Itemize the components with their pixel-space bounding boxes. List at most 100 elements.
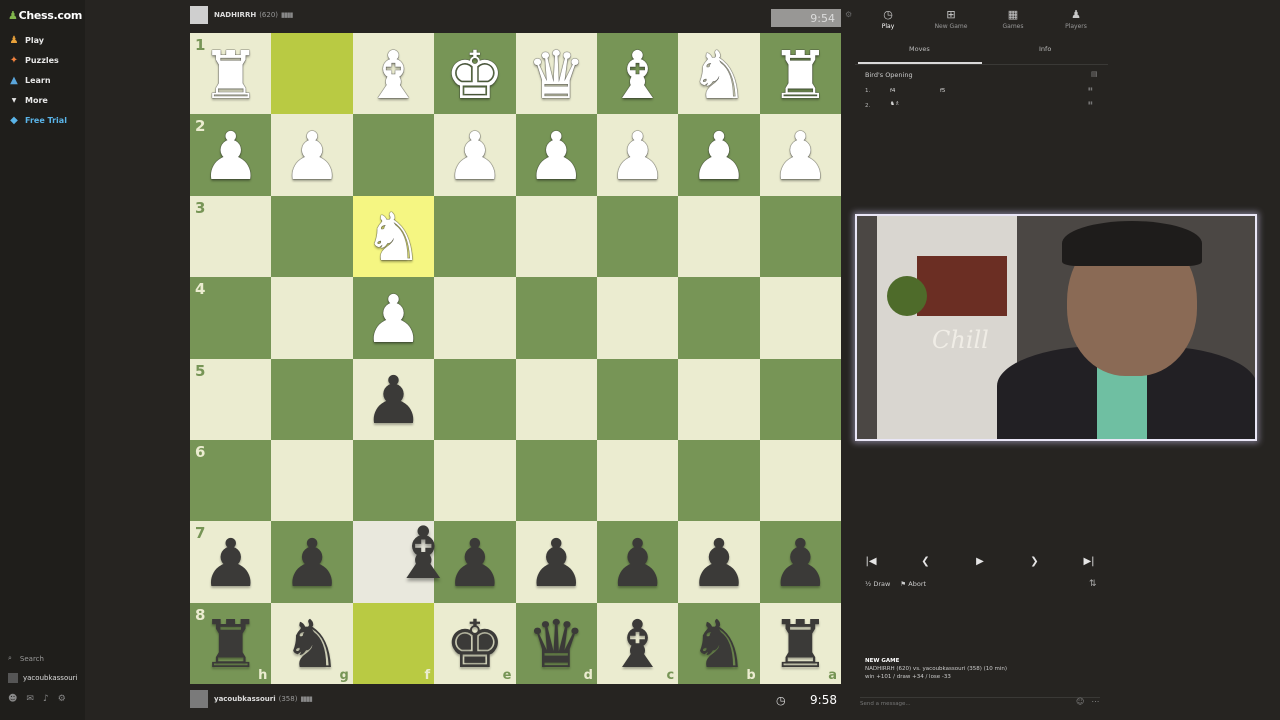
square-g8[interactable]: g ♞: [271, 602, 353, 684]
emoji-icon[interactable]: ☺: [1076, 697, 1084, 706]
abort-button[interactable]: ⚑ Abort: [900, 580, 926, 588]
white-king[interactable]: ♚: [445, 42, 504, 109]
black-pawn[interactable]: ♟: [282, 530, 341, 597]
square-c1[interactable]: ♝: [596, 33, 679, 115]
square-a8[interactable]: a ♜: [759, 602, 841, 684]
square-b2[interactable]: ♟: [678, 114, 760, 196]
black-pawn[interactable]: ♟: [771, 530, 830, 597]
player-name[interactable]: yacoubkassouri: [214, 695, 276, 703]
square-e2[interactable]: ♟: [434, 114, 516, 196]
square-b1[interactable]: ♞: [678, 33, 760, 115]
square-h7[interactable]: 7 ♟: [190, 521, 272, 603]
white-bishop[interactable]: ♝: [364, 42, 423, 109]
black-knight[interactable]: ♞: [689, 612, 748, 678]
subtab-info[interactable]: Info: [1039, 45, 1051, 53]
square-a5[interactable]: [759, 358, 841, 440]
sidebar-item-free-trial[interactable]: ◆ Free Trial: [8, 112, 67, 128]
black-pawn[interactable]: ♟: [201, 530, 260, 597]
square-f2[interactable]: [352, 114, 435, 196]
black-queen[interactable]: ♛: [527, 612, 586, 678]
square-g3[interactable]: [271, 195, 353, 278]
square-d8[interactable]: d ♛: [515, 602, 597, 684]
white-pawn[interactable]: ♟: [527, 124, 586, 190]
white-pawn[interactable]: ♟: [771, 124, 830, 190]
square-c8[interactable]: c ♝: [596, 602, 679, 684]
sidebar-search[interactable]: ⌕ Search: [8, 654, 44, 663]
black-pawn[interactable]: ♟: [608, 530, 667, 597]
square-c4[interactable]: [596, 277, 679, 359]
square-d4[interactable]: [515, 277, 597, 359]
tab-games[interactable]: ▦ Games: [988, 8, 1038, 30]
chess-logo[interactable]: ♟Chess.com: [8, 9, 82, 22]
square-c3[interactable]: [596, 195, 679, 278]
sidebar-user[interactable]: yacoubkassouri: [8, 673, 78, 683]
square-b8[interactable]: b ♞: [678, 602, 760, 684]
square-e5[interactable]: [434, 358, 516, 440]
white-knight[interactable]: ♞: [364, 205, 423, 271]
square-g2[interactable]: ♟: [271, 114, 353, 196]
square-b5[interactable]: [678, 358, 760, 440]
player-name[interactable]: NADHIRRH: [214, 11, 256, 19]
move-white[interactable]: f4: [890, 88, 895, 94]
square-d3[interactable]: [515, 195, 597, 278]
square-d7[interactable]: ♟: [515, 521, 597, 603]
square-d6[interactable]: [515, 439, 597, 522]
chess-board[interactable]: 1 ♜ ♝ ♚ ♛ ♝ ♞ ♜ 2 ♟ ♟ ♟ ♟ ♟ ♟ ♟ 3 ♞ 4 ♟ 5 ♟ 6 7 ♟ ♟ ♟ ♟ ♟ ♟ ♟ 8 h ♜ g ♞ f e ♚ d…: [190, 33, 841, 684]
black-rook[interactable]: ♜: [771, 612, 830, 678]
book-icon[interactable]: ▤: [1091, 70, 1098, 78]
sidebar-item-learn[interactable]: ▲ Learn: [8, 72, 50, 88]
white-pawn[interactable]: ♟: [689, 124, 748, 190]
white-rook[interactable]: ♜: [201, 42, 260, 109]
square-d5[interactable]: [515, 358, 597, 440]
sidebar-item-more[interactable]: ▼ More: [8, 92, 48, 108]
square-e1[interactable]: ♚: [434, 33, 516, 115]
square-h5[interactable]: 5: [190, 358, 272, 440]
square-a1[interactable]: ♜: [759, 33, 841, 115]
square-b3[interactable]: [678, 195, 760, 278]
square-b4[interactable]: [678, 277, 760, 359]
white-pawn[interactable]: ♟: [282, 124, 341, 190]
square-d1[interactable]: ♛: [515, 33, 597, 115]
black-bishop[interactable]: ♝: [608, 612, 667, 678]
white-pawn[interactable]: ♟: [608, 124, 667, 190]
next-move-icon[interactable]: ❯: [1024, 550, 1046, 572]
square-a2[interactable]: ♟: [759, 114, 841, 196]
square-d2[interactable]: ♟: [515, 114, 597, 196]
square-c6[interactable]: [596, 439, 679, 522]
square-h1[interactable]: 1 ♜: [190, 33, 272, 115]
bell-icon[interactable]: ♪: [43, 694, 49, 704]
square-g1[interactable]: [271, 33, 353, 115]
first-move-icon[interactable]: |◀: [860, 550, 882, 572]
square-h4[interactable]: 4: [190, 277, 272, 359]
square-g4[interactable]: [271, 277, 353, 359]
prev-move-icon[interactable]: ❮: [915, 550, 937, 572]
subtab-moves[interactable]: Moves: [909, 45, 930, 53]
square-h6[interactable]: 6: [190, 439, 272, 522]
square-e3[interactable]: [434, 195, 516, 278]
sidebar-item-puzzles[interactable]: ✦ Puzzles: [8, 52, 59, 68]
white-pawn[interactable]: ♟: [445, 124, 504, 190]
square-h2[interactable]: 2 ♟: [190, 114, 272, 196]
white-bishop[interactable]: ♝: [608, 42, 667, 109]
draw-button[interactable]: ½ Draw: [865, 580, 890, 588]
square-g6[interactable]: [271, 439, 353, 522]
settings-icon[interactable]: ⚙: [845, 10, 852, 19]
square-c2[interactable]: ♟: [596, 114, 679, 196]
more-icon[interactable]: ⋯: [1091, 697, 1099, 706]
square-c5[interactable]: [596, 358, 679, 440]
dragged-black-bishop[interactable]: ♝: [391, 517, 456, 589]
knight-icon[interactable]: ♞♗: [890, 101, 900, 107]
black-pawn[interactable]: ♟: [364, 368, 423, 434]
square-h3[interactable]: 3: [190, 195, 272, 278]
white-queen[interactable]: ♛: [527, 42, 586, 109]
square-f5[interactable]: ♟: [352, 358, 435, 440]
square-e6[interactable]: [434, 439, 516, 522]
white-pawn[interactable]: ♟: [201, 124, 260, 190]
square-g5[interactable]: [271, 358, 353, 440]
flip-board-icon[interactable]: ⇅: [1089, 579, 1097, 589]
square-a4[interactable]: [759, 277, 841, 359]
square-b6[interactable]: [678, 439, 760, 522]
tab-players[interactable]: ♟ Players: [1051, 8, 1101, 30]
square-f4[interactable]: ♟: [352, 277, 435, 359]
friends-icon[interactable]: ☻: [8, 694, 17, 704]
